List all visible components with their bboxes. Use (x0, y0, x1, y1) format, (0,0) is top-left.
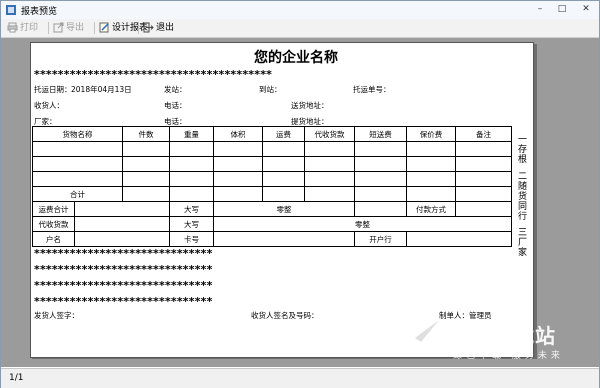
toolbar-separator (94, 22, 95, 34)
capital-amount: 零整 (213, 201, 355, 217)
copy-label-factory: 三厂家 (516, 227, 526, 257)
page-indicator: 1/1 (9, 373, 24, 383)
capital-amount: 零整 (213, 216, 512, 232)
freight-total-row: 运费合计 大写 零整 付款方式 (32, 201, 512, 217)
table-row (32, 156, 512, 172)
ship-date-label: 托运日期： (34, 85, 72, 94)
printer-icon (7, 22, 18, 33)
account-row: 户名 卡号 开户行 (32, 231, 512, 247)
star-divider: ****************************** (34, 295, 213, 308)
watermark-brand: 统一下载站 (451, 324, 556, 348)
table-row (32, 141, 512, 157)
export-label: 导出 (66, 23, 85, 33)
freight-total-label: 运费合计 (32, 201, 75, 217)
exit-icon (143, 22, 154, 33)
exit-label: 退出 (156, 23, 175, 33)
toolbar: 打印 导出 设计报表 退出 (1, 19, 599, 38)
window-title: 报表预览 (21, 7, 58, 17)
receiver-phone-label: 电话： (164, 101, 187, 110)
col-header: 货物名称 (32, 126, 123, 142)
col-header: 备注 (455, 126, 512, 142)
col-header: 保价费 (406, 126, 456, 142)
exit-button[interactable]: 退出 (143, 21, 177, 35)
capital-label: 大写 (169, 201, 214, 217)
cod-label: 代收货款 (32, 216, 75, 232)
cod-row: 代收货款 大写 零整 (32, 216, 512, 232)
waybill-number-label: 托运单号： (353, 85, 391, 94)
star-divider: ****************************** (34, 279, 213, 292)
col-header: 运费 (262, 126, 305, 142)
watermark-slogan: 绿色下载 服务未来 (453, 351, 564, 361)
factory-label: 厂家： (34, 117, 57, 126)
col-header: 短送费 (354, 126, 407, 142)
watermark: 统一下载站 绿色下载 服务未来 (395, 312, 595, 367)
total-row: 合计 (32, 186, 512, 202)
shipper-signature-label: 发货人签字： (34, 311, 79, 320)
print-button[interactable]: 打印 (7, 21, 45, 35)
col-header: 代收货款 (304, 126, 355, 142)
brand-logo-icon (407, 320, 439, 354)
total-label: 合计 (32, 186, 123, 202)
copy-label-with-goods: 二随货同行 (516, 171, 526, 221)
export-button[interactable]: 导出 (53, 21, 91, 35)
delivery-address-label: 送货地址： (291, 101, 329, 110)
pickup-address-label: 提货地址： (291, 117, 329, 126)
print-label: 打印 (20, 23, 39, 33)
status-bar: 1/1 (1, 368, 599, 388)
payment-method-label: 付款方式 (406, 201, 456, 217)
capital-label: 大写 (169, 216, 214, 232)
table-row (32, 171, 512, 187)
star-divider: ****************************** (34, 247, 213, 260)
col-header: 件数 (122, 126, 170, 142)
toolbar-separator (138, 22, 139, 34)
copy-label-stub: 一存根 (516, 134, 526, 164)
receiver-label: 收货人： (34, 101, 64, 110)
goods-table: 货物名称 件数 重量 体积 运费 代收货款 短送费 保价费 备注 合计 (32, 126, 512, 202)
close-button[interactable]: ✕ (575, 2, 597, 16)
title-bar: 报表预览 – □ ✕ (1, 1, 599, 19)
bank-label: 开户行 (354, 231, 407, 247)
col-header: 体积 (213, 126, 263, 142)
col-header: 重量 (169, 126, 214, 142)
company-name-title: 您的企业名称 (254, 50, 338, 66)
app-icon (6, 5, 16, 15)
factory-phone-label: 电话： (164, 117, 187, 126)
maximize-button[interactable]: □ (551, 2, 573, 16)
from-station-label: 发站： (164, 85, 187, 94)
ship-date-value: 2018年04月13日 (71, 85, 132, 94)
toolbar-separator (48, 22, 49, 34)
payment-table: 运费合计 大写 零整 付款方式 代收货款 大写 零整 户名 卡号 开户行 (32, 201, 512, 247)
report-page: 您的企业名称 *********************************… (30, 42, 534, 358)
account-name-label: 户名 (32, 231, 75, 247)
minimize-button[interactable]: – (529, 2, 551, 16)
star-divider: ****************************** (34, 263, 213, 276)
star-divider: **************************************** (34, 68, 273, 81)
export-icon (53, 22, 64, 33)
receiver-signature-label: 收货人签名及号码： (251, 311, 319, 320)
design-icon (99, 22, 109, 33)
to-station-label: 到站： (259, 85, 282, 94)
card-number-label: 卡号 (169, 231, 214, 247)
table-header-row: 货物名称 件数 重量 体积 运费 代收货款 短送费 保价费 备注 (32, 126, 512, 142)
paper-shadow (534, 44, 537, 356)
